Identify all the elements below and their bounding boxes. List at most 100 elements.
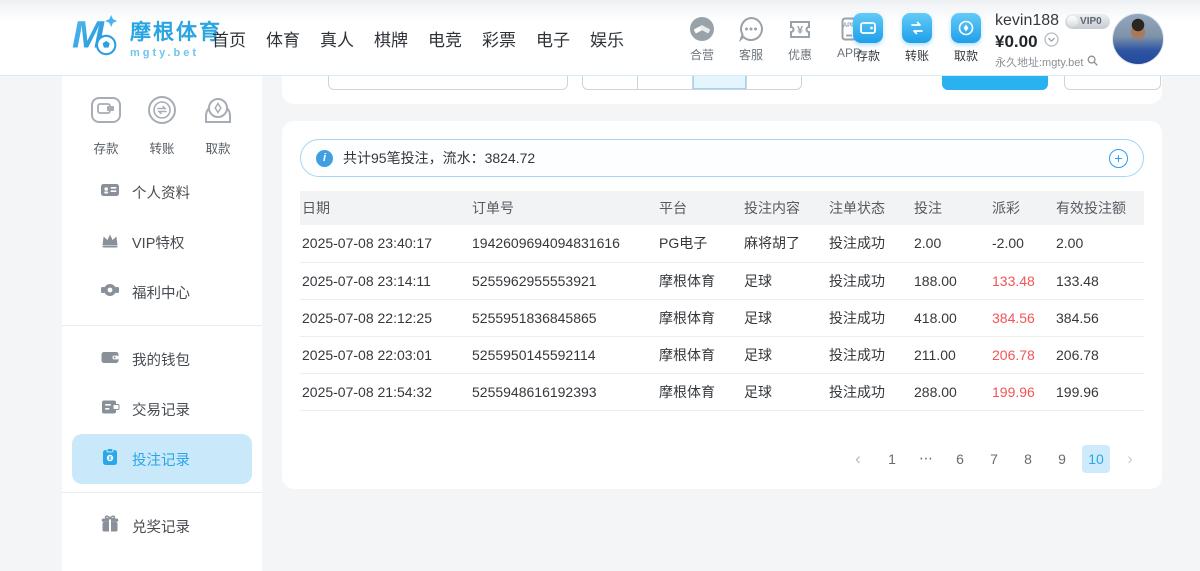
page-8[interactable]: 8 bbox=[1014, 445, 1042, 473]
transfer-label: 转账 bbox=[900, 47, 934, 64]
cell-valid-bet: 2.00 bbox=[1054, 225, 1144, 262]
promotions-link[interactable]: ¥ 优惠 bbox=[782, 15, 818, 63]
vip-badge[interactable]: VIP0 bbox=[1065, 14, 1110, 29]
filter-segment-selected[interactable] bbox=[693, 76, 748, 89]
nav-esports[interactable]: 电竞 bbox=[428, 26, 462, 51]
search-button[interactable] bbox=[942, 76, 1048, 90]
nav-sports[interactable]: 体育 bbox=[266, 26, 300, 51]
expand-plus-icon[interactable]: + bbox=[1109, 149, 1128, 168]
brand-name: 摩根体育 mgty.bet bbox=[130, 16, 222, 59]
nav-live-casino[interactable]: 真人 bbox=[320, 26, 354, 51]
username[interactable]: kevin188 bbox=[995, 12, 1059, 30]
cell-bet: 2.00 bbox=[912, 225, 990, 262]
partner-link[interactable]: 合营 bbox=[684, 15, 720, 63]
sidebar-item-benefits[interactable]: 福利中心 bbox=[62, 267, 262, 317]
table-row: 2025-07-08 22:12:25 5255951836845865 摩根体… bbox=[300, 299, 1144, 336]
page-6[interactable]: 6 bbox=[946, 445, 974, 473]
filter-segment[interactable] bbox=[583, 76, 638, 89]
transaction-record-icon bbox=[100, 397, 120, 421]
sidebar-item-vip[interactable]: VIP特权 bbox=[62, 217, 262, 267]
cell-content: 足球 bbox=[742, 336, 827, 373]
balance-refresh-icon[interactable] bbox=[1044, 32, 1059, 52]
sidebar-item-label: 兑奖记录 bbox=[132, 516, 190, 537]
cell-date: 2025-07-08 23:14:11 bbox=[300, 262, 470, 299]
cell-date: 2025-07-08 21:54:32 bbox=[300, 373, 470, 410]
filter-bar-clipped bbox=[282, 76, 1162, 104]
main-nav: 首页 体育 真人 棋牌 电竞 彩票 电子 娱乐 bbox=[212, 0, 624, 76]
cell-bet: 418.00 bbox=[912, 299, 990, 336]
filter-segment[interactable] bbox=[747, 76, 801, 89]
sidebar-item-label: 个人资料 bbox=[132, 182, 190, 203]
table-row: 2025-07-08 23:40:17 1942609694094831616 … bbox=[300, 225, 1144, 262]
nav-home[interactable]: 首页 bbox=[212, 26, 246, 51]
cell-status: 投注成功 bbox=[827, 336, 912, 373]
nav-slots[interactable]: 电子 bbox=[536, 26, 570, 51]
deposit-outline-icon bbox=[88, 92, 124, 133]
sidebar-item-prize-records[interactable]: 兑奖记录 bbox=[62, 501, 262, 551]
summary-bar: i 共计95笔投注，流水：3824.72 + bbox=[300, 139, 1144, 177]
wallet-shortcuts: 存款 转账 取款 bbox=[851, 13, 983, 64]
cell-platform: 摩根体育 bbox=[657, 299, 742, 336]
bet-record-icon: ¥ bbox=[100, 447, 120, 471]
date-range-input[interactable] bbox=[328, 76, 568, 90]
customer-service-label: 客服 bbox=[733, 46, 769, 63]
withdraw-icon bbox=[951, 13, 981, 43]
sidebar-item-bet-records[interactable]: ¥ 投注记录 bbox=[72, 434, 252, 484]
next-page-icon[interactable]: › bbox=[1116, 445, 1144, 473]
promotions-label: 优惠 bbox=[782, 46, 818, 63]
page-ellipsis[interactable]: ⋯ bbox=[912, 445, 940, 473]
sidebar-item-label: 我的钱包 bbox=[132, 349, 190, 370]
sidebar-withdraw-button[interactable]: 取款 bbox=[200, 92, 236, 157]
reset-button[interactable] bbox=[1064, 76, 1161, 90]
page-7[interactable]: 7 bbox=[980, 445, 1008, 473]
nav-lottery[interactable]: 彩票 bbox=[482, 26, 516, 51]
cell-platform: 摩根体育 bbox=[657, 336, 742, 373]
cell-platform: 摩根体育 bbox=[657, 262, 742, 299]
sidebar-transfer-button[interactable]: 转账 bbox=[144, 92, 180, 157]
brand-domain: mgty.bet bbox=[130, 47, 222, 59]
header-utilities: 合营 客服 ¥ 优惠 APP bbox=[684, 15, 867, 63]
cell-status: 投注成功 bbox=[827, 299, 912, 336]
deposit-icon bbox=[853, 13, 883, 43]
brand-logo[interactable]: M 摩根体育 mgty.bet bbox=[72, 11, 222, 64]
prev-page-icon[interactable]: ‹ bbox=[844, 445, 872, 473]
sidebar-item-wallet[interactable]: 我的钱包 bbox=[62, 334, 262, 384]
sidebar-item-label: 投注记录 bbox=[132, 449, 190, 470]
sidebar-item-profile[interactable]: 个人资料 bbox=[62, 167, 262, 217]
transfer-button[interactable]: 转账 bbox=[900, 13, 934, 64]
cell-payout: 199.96 bbox=[990, 373, 1054, 410]
quick-range-segments bbox=[582, 76, 802, 90]
sidebar-item-label: 福利中心 bbox=[132, 282, 190, 303]
sidebar-divider bbox=[62, 492, 262, 493]
cell-bet: 188.00 bbox=[912, 262, 990, 299]
filter-segment[interactable] bbox=[638, 76, 693, 89]
cell-content: 足球 bbox=[742, 373, 827, 410]
summary-text: 共计95笔投注，流水：3824.72 bbox=[343, 148, 535, 168]
cell-payout: 133.48 bbox=[990, 262, 1054, 299]
page-9[interactable]: 9 bbox=[1048, 445, 1076, 473]
cell-order-no: 5255950145592114 bbox=[470, 336, 657, 373]
page-10-active[interactable]: 10 bbox=[1082, 445, 1110, 473]
transfer-outline-icon bbox=[144, 92, 180, 133]
page-1[interactable]: 1 bbox=[878, 445, 906, 473]
search-icon[interactable] bbox=[1087, 55, 1098, 69]
table-row: 2025-07-08 23:14:11 5255962955553921 摩根体… bbox=[300, 262, 1144, 299]
deposit-button[interactable]: 存款 bbox=[851, 13, 885, 64]
cell-platform: PG电子 bbox=[657, 225, 742, 262]
sidebar-item-transactions[interactable]: 交易记录 bbox=[62, 384, 262, 434]
withdraw-button[interactable]: 取款 bbox=[949, 13, 983, 64]
sidebar-deposit-button[interactable]: 存款 bbox=[88, 92, 124, 157]
customer-service-link[interactable]: 客服 bbox=[733, 15, 769, 63]
withdraw-label: 取款 bbox=[949, 47, 983, 64]
cell-order-no: 5255948616192393 bbox=[470, 373, 657, 410]
cell-valid-bet: 384.56 bbox=[1054, 299, 1144, 336]
service-chat-icon bbox=[733, 15, 769, 43]
nav-board-games[interactable]: 棋牌 bbox=[374, 26, 408, 51]
col-content: 投注内容 bbox=[742, 191, 827, 225]
sidebar-withdraw-label: 取款 bbox=[200, 138, 236, 157]
cell-payout: 384.56 bbox=[990, 299, 1054, 336]
sidebar: 存款 转账 取款 bbox=[62, 76, 262, 571]
avatar[interactable] bbox=[1112, 13, 1164, 65]
nav-entertainment[interactable]: 娱乐 bbox=[590, 26, 624, 51]
main-content: i 共计95笔投注，流水：3824.72 + 日期 订单号 平台 投注内容 注单… bbox=[282, 76, 1162, 489]
